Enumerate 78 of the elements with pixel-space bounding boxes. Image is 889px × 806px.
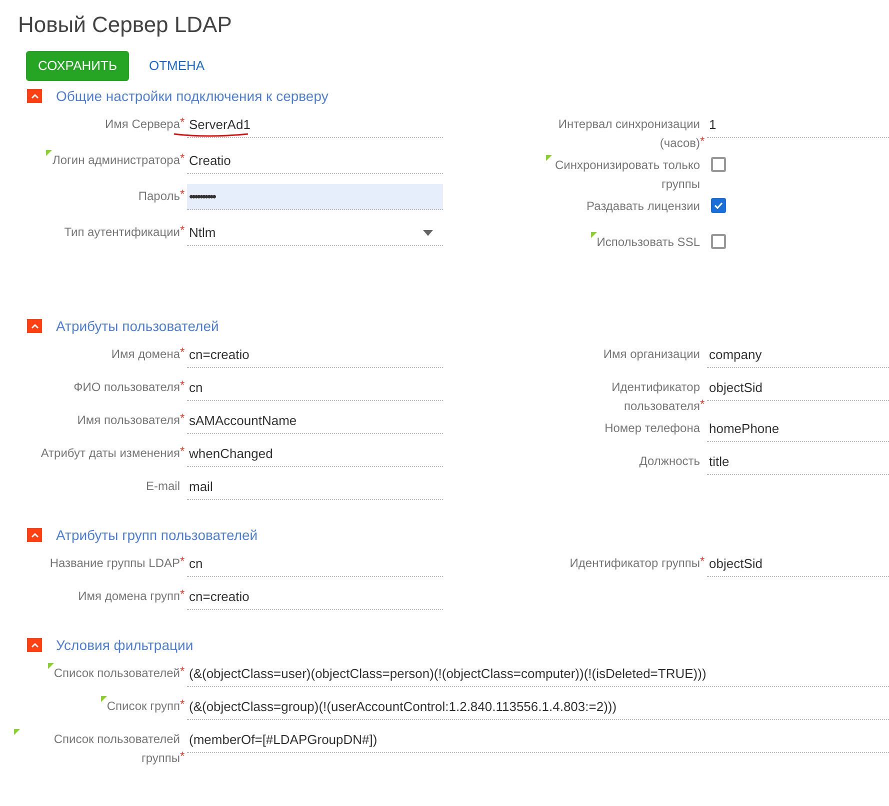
input-field[interactable]: Creatio <box>187 148 443 174</box>
input-field[interactable]: company <box>707 342 889 368</box>
field-label: Имя организации <box>603 346 700 363</box>
input-field[interactable]: objectSid <box>707 551 889 577</box>
section-title: Условия фильтрации <box>56 636 194 655</box>
required-mark: * <box>180 443 186 460</box>
collapse-toggle[interactable] <box>27 89 42 103</box>
input-field[interactable]: title <box>707 449 889 475</box>
required-mark: * <box>700 133 706 150</box>
required-mark: * <box>180 696 186 713</box>
required-mark: * <box>180 410 186 427</box>
chevron-up-icon <box>30 323 38 329</box>
field-label: Использовать SSL <box>596 230 700 252</box>
required-mark: * <box>180 377 186 394</box>
field-label: Имя домена <box>111 346 180 363</box>
input-field[interactable]: homePhone <box>707 416 889 442</box>
input-field[interactable]: 1 <box>707 112 889 138</box>
required-mark: * <box>180 150 186 167</box>
chevron-up-icon <box>30 532 38 538</box>
checkbox[interactable] <box>711 157 726 172</box>
required-mark: * <box>180 553 186 570</box>
password-field[interactable]: •••••••••• <box>187 184 443 210</box>
cancel-button[interactable]: ОТМЕНА <box>136 51 217 81</box>
field-label: Имя пользователя <box>77 412 180 429</box>
collapse-toggle[interactable] <box>27 528 42 542</box>
collapse-toggle[interactable] <box>27 638 42 652</box>
page-title: Новый Сервер LDAP <box>17 11 233 39</box>
field-label: Логин администратора <box>52 148 180 170</box>
input-field[interactable]: (&(objectClass=group)(!(userAccountControl:1.2.840.113556.1.4.803:=2))) <box>187 694 889 720</box>
required-mark: * <box>180 222 186 239</box>
input-field[interactable]: cn <box>187 551 443 577</box>
required-mark: * <box>180 114 186 131</box>
input-field[interactable]: whenChanged <box>187 441 443 467</box>
required-mark: * <box>180 344 186 361</box>
field-label: Идентификатор группы <box>570 555 700 572</box>
chevron-up-icon <box>30 93 38 99</box>
field-label: Название группы LDAP <box>50 555 180 572</box>
input-field[interactable]: sAMAccountName <box>187 408 443 434</box>
input-field[interactable]: objectSid <box>707 375 889 401</box>
check-icon <box>714 202 723 209</box>
input-field[interactable]: cn=creatio <box>187 584 443 610</box>
field-label: Список групп <box>106 694 180 716</box>
input-field[interactable]: (&(objectClass=user)(objectClass=person)(!(objectClass=computer))(!(isDeleted=TRUE))) <box>187 661 889 687</box>
field-label: Имя Сервера <box>105 116 180 133</box>
section-title: Атрибуты пользователей <box>56 316 219 336</box>
field-label: Пароль <box>138 188 180 205</box>
field-label: ФИО пользователя <box>74 379 180 396</box>
field-label: Список пользователей группы <box>20 727 180 768</box>
input-field[interactable]: (memberOf=[#LDAPGroupDN#]) <box>187 727 889 753</box>
field-label: Должность <box>639 453 700 470</box>
collapse-toggle[interactable] <box>27 319 42 333</box>
field-label: Имя домена групп <box>78 588 180 605</box>
required-mark: * <box>180 586 186 603</box>
section-title: Атрибуты групп пользователей <box>56 526 258 545</box>
dropdown-caret-icon <box>423 230 433 236</box>
checkbox[interactable] <box>711 234 726 249</box>
checkbox[interactable] <box>711 198 726 213</box>
input-field[interactable]: cn <box>187 375 443 401</box>
field-label: E-mail <box>146 478 180 495</box>
input-field[interactable]: cn=creatio <box>187 342 443 368</box>
field-label: Раздавать лицензии <box>586 198 700 215</box>
required-mark: * <box>180 663 186 680</box>
required-mark: * <box>180 186 186 203</box>
input-field[interactable]: ServerAd1 <box>187 112 443 138</box>
field-label: Интервал синхронизации (часов) <box>557 116 700 152</box>
section-title: Общие настройки подключения к серверу <box>56 86 328 106</box>
field-label: Номер телефона <box>604 420 700 437</box>
input-field[interactable]: mail <box>187 474 443 500</box>
dropdown-field[interactable]: Ntlm <box>187 220 443 246</box>
field-label: Тип аутентификации <box>64 224 180 241</box>
field-label: Идентификатор пользователя <box>610 379 700 415</box>
field-label: Синхронизировать только группы <box>552 153 700 194</box>
required-mark: * <box>700 396 706 413</box>
field-label: Список пользователей <box>54 661 180 683</box>
required-mark: * <box>180 748 186 765</box>
field-label: Атрибут даты изменения <box>40 445 180 462</box>
chevron-up-icon <box>30 642 38 648</box>
required-mark: * <box>700 553 706 570</box>
